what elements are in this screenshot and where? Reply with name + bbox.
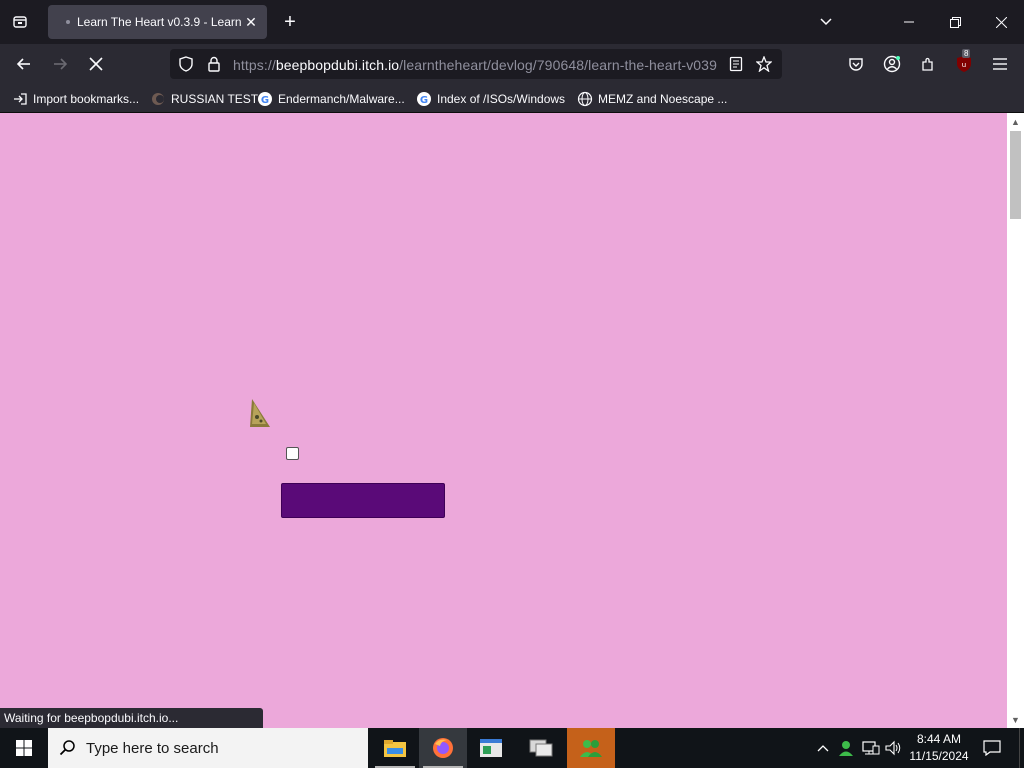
account-icon[interactable] [878,50,906,78]
bookmark-index-isos[interactable]: G Index of /ISOs/Windows [416,90,565,108]
scroll-up-icon[interactable]: ▲ [1007,113,1024,130]
loading-dot-icon [66,20,70,24]
firefox-view-icon[interactable] [6,8,34,36]
ublock-icon[interactable]: u 8 [950,49,978,78]
extensions-icon[interactable] [914,50,942,78]
file-explorer-icon [384,740,406,757]
status-panel: Waiting for beepbopdubi.itch.io... [0,708,263,728]
start-button[interactable] [0,728,48,768]
reader-view-icon[interactable] [728,56,744,72]
site-favicon-icon [150,91,166,107]
bookmark-label: RUSSIAN TEST [171,92,259,106]
url-scheme: https:// [233,57,276,73]
import-icon [12,91,28,107]
tab-active[interactable]: Learn The Heart v0.3.9 - Learn T ✕ [48,5,267,39]
bookmarks-toolbar: Import bookmarks... RUSSIAN TEST G Ender… [0,84,1024,113]
page-content [0,113,1007,728]
tab-strip: Learn The Heart v0.3.9 - Learn T ✕ + [0,0,1024,44]
extension-badge: 8 [962,49,971,58]
tab-close-icon[interactable]: ✕ [243,14,259,30]
pocket-icon[interactable] [842,50,870,78]
url-bar[interactable]: https://beepbopdubi.itch.io/learnthehear… [170,49,782,79]
google-icon: G [257,91,273,107]
clock-date: 11/15/2024 [909,749,969,763]
minimize-button[interactable] [886,0,932,44]
system-clock[interactable]: 8:44 AM 11/15/2024 [906,731,972,765]
new-tab-button[interactable]: + [278,10,302,34]
network-app-icon [529,739,553,757]
stop-loading-icon[interactable] [82,50,110,78]
taskbar-app-3[interactable] [467,728,515,768]
search-icon [58,738,78,758]
volume-icon[interactable] [884,728,904,768]
taskbar-app-5[interactable] [567,728,615,768]
bookmark-memz[interactable]: MEMZ and Noescape ... [577,90,727,108]
bookmark-label: Import bookmarks... [33,92,140,106]
tab-title: Learn The Heart v0.3.9 - Learn T [77,15,243,29]
taskbar-search-box[interactable]: Type here to search [48,728,368,768]
globe-icon [577,91,593,107]
clock-time: 8:44 AM [916,732,962,746]
tray-user-icon[interactable] [836,728,856,768]
windows-logo-icon [16,740,32,756]
taskbar-file-explorer[interactable] [371,728,419,768]
google-icon: G [416,91,432,107]
bookmark-label: Index of /ISOs/Windows [437,92,566,106]
list-all-tabs-icon[interactable] [814,10,838,34]
restore-button[interactable] [932,0,978,44]
svg-text:G: G [261,95,269,106]
tracking-protection-shield-icon[interactable] [178,56,194,72]
bookmark-import[interactable]: Import bookmarks... [12,90,139,108]
url-domain: beepbopdubi.itch.io [275,57,400,73]
url-text[interactable]: https://beepbopdubi.itch.io/learnthehear… [233,57,723,73]
lock-icon[interactable] [206,56,222,72]
bookmark-label: Endermanch/Malware... [278,92,405,106]
game-start-button[interactable] [281,483,445,518]
tray-overflow-chevron-icon[interactable] [814,728,832,768]
users-app-icon [580,740,602,757]
back-arrow-icon[interactable] [10,50,38,78]
bookmark-russian-test[interactable]: RUSSIAN TEST [150,90,258,108]
close-window-button[interactable] [978,0,1024,44]
bookmark-label: MEMZ and Noescape ... [598,92,728,106]
forward-arrow-icon[interactable] [46,50,74,78]
window-app-icon [480,739,502,757]
game-checkbox[interactable] [286,447,299,460]
taskbar-firefox[interactable] [419,728,467,768]
notification-center-icon[interactable] [980,728,1004,768]
bookmark-endermanch[interactable]: G Endermanch/Malware... [257,90,405,108]
svg-text:G: G [420,95,428,106]
heart-sprite-icon [250,399,270,427]
svg-text:u: u [962,61,966,69]
search-placeholder: Type here to search [86,739,219,757]
network-icon[interactable] [860,728,882,768]
taskbar-app-4[interactable] [517,728,565,768]
hamburger-menu-icon[interactable] [986,50,1014,78]
firefox-icon [433,738,453,758]
bookmark-star-icon[interactable] [756,56,772,72]
show-desktop-button[interactable] [1019,728,1024,768]
windows-taskbar: Type here to search 8:44 AM 11/15/2024 [0,728,1024,768]
scroll-down-icon[interactable]: ▼ [1007,711,1024,728]
url-path: /learntheheart/devlog/790648/learn-the-h… [399,57,717,73]
scroll-thumb[interactable] [1010,131,1021,219]
